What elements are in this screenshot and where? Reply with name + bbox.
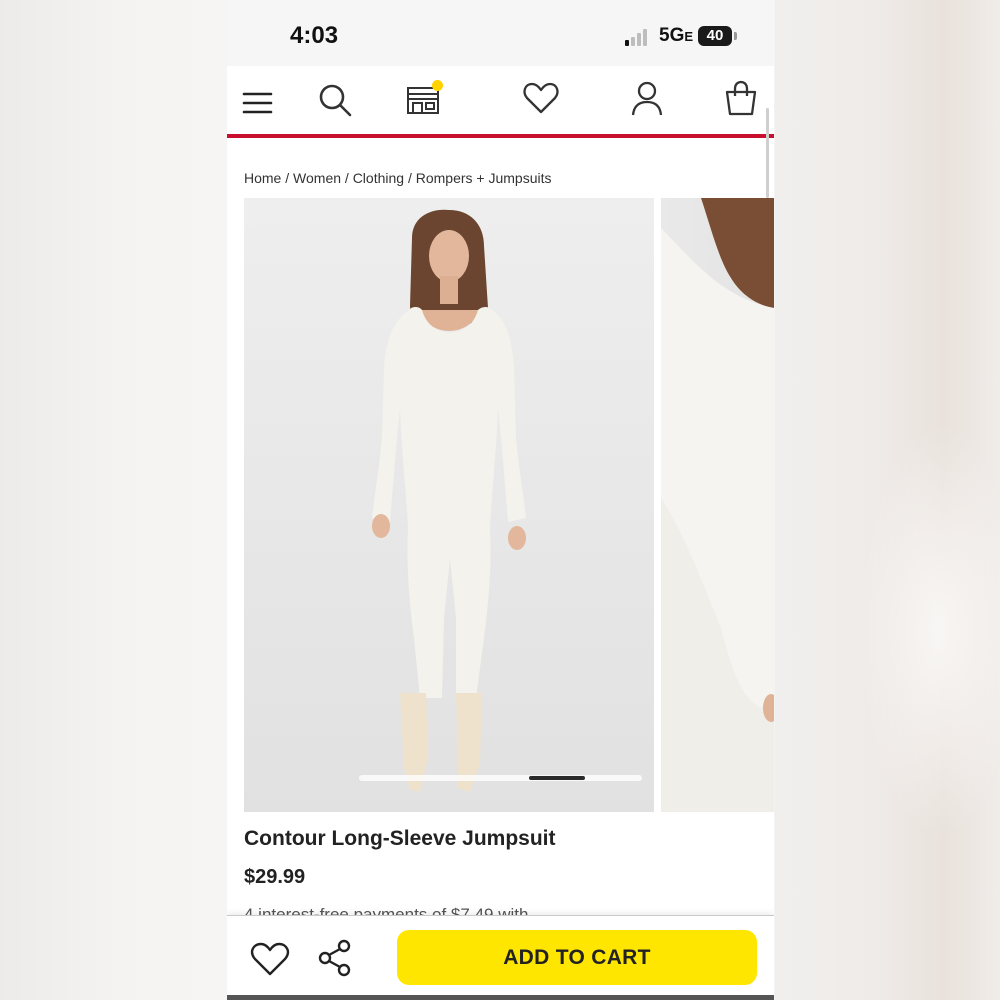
battery-icon: 40 — [698, 26, 732, 46]
account-icon[interactable] — [627, 78, 667, 118]
search-icon[interactable] — [315, 78, 355, 118]
home-indicator-edge — [227, 995, 774, 1000]
status-bar: 4:03 5GE 40 — [227, 0, 774, 66]
menu-icon[interactable] — [239, 78, 279, 118]
shopping-bag-icon[interactable] — [721, 78, 761, 118]
share-icon[interactable] — [317, 938, 353, 978]
breadcrumb: Home / Women / Clothing / Rompers + Jump… — [244, 170, 552, 186]
gallery-progress-indicator — [529, 776, 585, 780]
top-nav — [227, 66, 774, 135]
phone-screen: 4:03 5GE 40 Home / Women / Clothing / Ro… — [227, 0, 774, 1000]
network-label: 5GE — [659, 25, 694, 46]
store-badge — [432, 80, 443, 91]
breadcrumb-women[interactable]: Women — [293, 170, 341, 186]
product-price: $29.99 — [244, 866, 306, 888]
breadcrumb-clothing[interactable]: Clothing — [353, 170, 404, 186]
gallery-progress-track — [359, 775, 642, 781]
battery-tip — [734, 32, 737, 40]
product-image-next[interactable] — [661, 198, 774, 812]
bottom-action-bar: ADD TO CART — [227, 915, 774, 1000]
breadcrumb-rompers[interactable]: Rompers + Jumpsuits — [416, 170, 552, 186]
breadcrumb-home[interactable]: Home — [244, 170, 281, 186]
product-image-main[interactable] — [244, 198, 654, 812]
status-time: 4:03 — [290, 22, 339, 49]
background-highlight — [860, 420, 1000, 840]
signal-icon — [625, 28, 655, 46]
wishlist-icon[interactable] — [521, 78, 561, 118]
favorite-icon[interactable] — [249, 938, 291, 980]
add-to-cart-button[interactable]: ADD TO CART — [397, 930, 757, 985]
nav-accent-line — [227, 134, 774, 138]
scrollbar[interactable] — [766, 108, 769, 198]
product-title: Contour Long-Sleeve Jumpsuit — [244, 827, 556, 850]
